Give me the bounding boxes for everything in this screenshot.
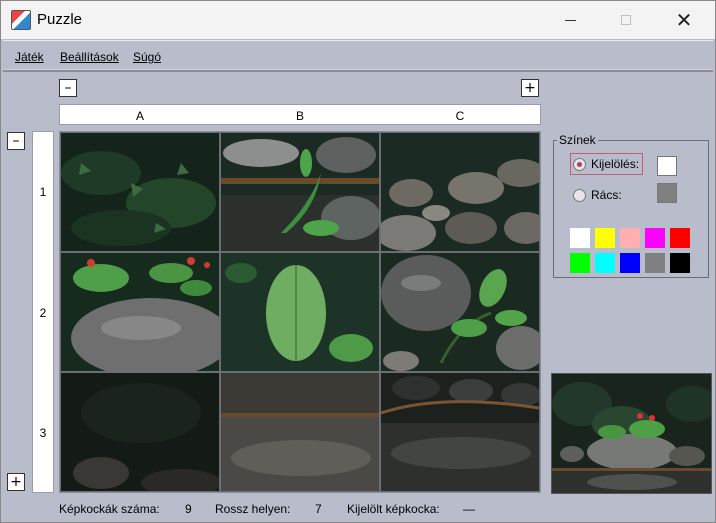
puzzle-tile-b2[interactable] — [221, 253, 379, 371]
radio-dot — [577, 161, 582, 167]
puzzle-app-icon — [11, 10, 31, 30]
palette-color-5[interactable] — [670, 228, 690, 248]
row-header: 1 2 3 — [32, 131, 54, 493]
grid-color-swatch — [657, 183, 677, 203]
title-bar: Puzzle ✕ — [1, 1, 715, 39]
grid-color-label: Rács: — [591, 188, 622, 202]
column-label-a: A — [135, 109, 144, 123]
palette-color-7[interactable] — [595, 253, 615, 273]
menu-beallitasok[interactable]: Beállítások — [60, 50, 119, 64]
selection-color-radio[interactable]: Kijelölés: — [570, 153, 644, 175]
menu-bar: Játék Beállítások Súgó — [3, 40, 713, 72]
maximize-button[interactable] — [603, 1, 649, 39]
selected-tile-value: — — [463, 502, 475, 516]
palette-color-3[interactable] — [620, 228, 640, 248]
palette-color-1[interactable] — [570, 228, 590, 248]
puzzle-tile-b1[interactable] — [221, 133, 379, 251]
radio-button-selected[interactable] — [573, 157, 586, 171]
selection-color-label: Kijelölés: — [591, 157, 640, 171]
puzzle-grid — [59, 131, 541, 493]
puzzle-tile-c1[interactable] — [381, 133, 539, 251]
selection-color-swatch — [657, 156, 677, 176]
palette-color-4[interactable] — [645, 228, 665, 248]
status-bar: Képkockák száma: 9 Rossz helyen: 7 Kijel… — [1, 499, 716, 519]
row-label-1: 1 — [39, 185, 47, 199]
puzzle-tile-a2[interactable] — [61, 253, 219, 371]
close-button[interactable]: ✕ — [661, 1, 707, 39]
menu-jatek[interactable]: Játék — [15, 50, 44, 64]
window-title: Puzzle — [37, 11, 83, 28]
remove-column-button[interactable]: – — [59, 79, 77, 97]
palette-color-2[interactable] — [595, 228, 615, 248]
add-column-button[interactable]: + — [521, 79, 539, 97]
row-label-3: 3 — [39, 426, 47, 440]
palette-color-8[interactable] — [620, 253, 640, 273]
tile-count-value: 9 — [185, 502, 192, 516]
column-header: A B C — [59, 104, 541, 125]
selected-tile-label: Kijelölt képkocka: — [347, 502, 440, 516]
close-icon: ✕ — [675, 9, 693, 32]
colors-group-title: Színek — [557, 133, 598, 147]
puzzle-tile-a1[interactable] — [61, 133, 219, 251]
palette-color-9[interactable] — [645, 253, 665, 273]
palette-color-10[interactable] — [670, 253, 690, 273]
row-label-2: 2 — [39, 306, 47, 320]
wrong-place-label: Rossz helyen: — [215, 502, 291, 516]
puzzle-tile-c3[interactable] — [381, 373, 539, 491]
remove-row-button[interactable]: – — [7, 132, 25, 150]
add-row-button[interactable]: + — [7, 473, 25, 491]
wrong-place-value: 7 — [315, 502, 322, 516]
preview-image — [551, 373, 712, 494]
menu-sugo[interactable]: Súgó — [133, 50, 161, 64]
maximize-icon — [621, 15, 631, 25]
app-window: Puzzle ✕ Játék Beállítások Súgó – + – + … — [0, 0, 716, 523]
puzzle-tile-c2[interactable] — [381, 253, 539, 371]
column-label-c: C — [455, 109, 465, 123]
palette-color-6[interactable] — [570, 253, 590, 273]
minimize-icon — [564, 19, 576, 21]
grid-color-radio[interactable]: Rács: — [573, 184, 622, 206]
puzzle-tile-a3[interactable] — [61, 373, 219, 491]
column-label-b: B — [295, 109, 304, 123]
radio-button[interactable] — [573, 188, 586, 202]
puzzle-tile-b3[interactable] — [221, 373, 379, 491]
minimize-button[interactable] — [547, 1, 593, 39]
tile-count-label: Képkockák száma: — [59, 502, 160, 516]
